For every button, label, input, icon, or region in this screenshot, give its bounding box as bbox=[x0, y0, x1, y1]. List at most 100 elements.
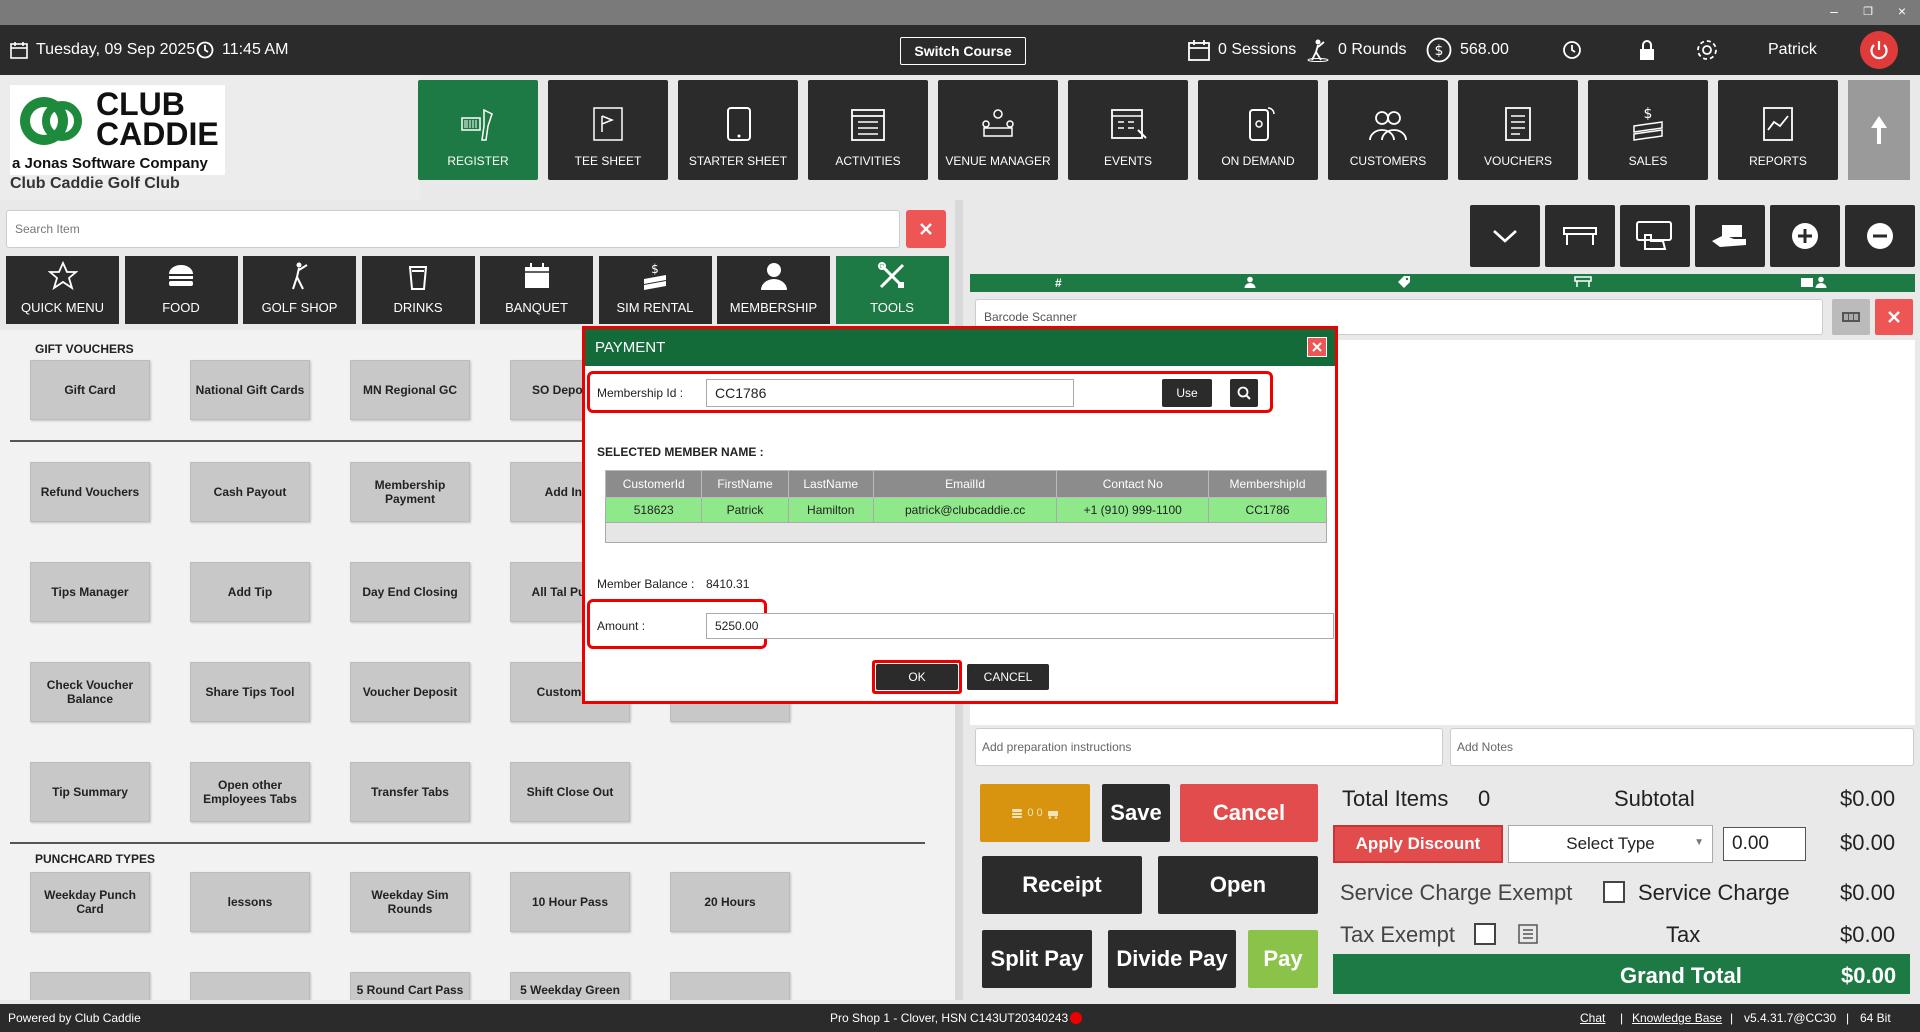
nav-register-button[interactable]: REGISTER bbox=[418, 80, 538, 180]
tile-button[interactable]: Shift Close Out bbox=[510, 762, 630, 822]
punchcard-tile-button[interactable]: Weekday Punch Card bbox=[30, 872, 150, 932]
amount-input[interactable]: 5250.00 bbox=[706, 613, 1334, 639]
category-golf-shop-button[interactable]: GOLF SHOP bbox=[243, 256, 356, 324]
barcode-button[interactable] bbox=[1832, 299, 1870, 335]
membership-id-input[interactable]: CC1786 bbox=[706, 379, 1074, 407]
card-swipe-button[interactable] bbox=[1620, 205, 1690, 267]
nav-reports-button[interactable]: REPORTS bbox=[1718, 80, 1838, 180]
power-logout-button[interactable] bbox=[1860, 31, 1898, 69]
divide-pay-button[interactable]: Divide Pay bbox=[1108, 930, 1236, 988]
punchcard-tile-button[interactable] bbox=[30, 972, 150, 1000]
switch-course-button[interactable]: Switch Course bbox=[900, 37, 1026, 65]
tile-button[interactable]: Transfer Tabs bbox=[350, 762, 470, 822]
search-member-button[interactable] bbox=[1230, 379, 1258, 407]
punchcard-tile-button[interactable]: 5 Round Cart Pass - bbox=[350, 972, 470, 1000]
pay-button[interactable]: Pay bbox=[1248, 930, 1318, 988]
category-sim-rental-button[interactable]: $ SIM RENTAL bbox=[598, 256, 712, 324]
punchcard-tile-button[interactable]: 5 Weekday Green bbox=[510, 972, 630, 1000]
window-title-bar: – ❐ × bbox=[0, 0, 1920, 25]
clear-search-button[interactable] bbox=[906, 210, 946, 248]
nav-activities-button[interactable]: ACTIVITIES bbox=[808, 80, 928, 180]
restore-icon[interactable]: ❐ bbox=[1856, 5, 1880, 18]
history-clock-icon[interactable] bbox=[1562, 25, 1582, 75]
balance-display[interactable]: $ 568.00 bbox=[1426, 25, 1509, 75]
punchcard-tile-button[interactable]: Weekday Sim Rounds bbox=[350, 872, 470, 932]
date-text: Tuesday, 09 Sep 2025 bbox=[36, 41, 196, 58]
discount-type-select[interactable]: Select Type ▼ bbox=[1508, 825, 1713, 863]
tile-button[interactable]: Check Voucher Balance bbox=[30, 662, 150, 722]
nav-starter-sheet-button[interactable]: STARTER SHEET bbox=[678, 80, 798, 180]
discount-value-input[interactable]: 0.00 bbox=[1723, 827, 1806, 861]
tile-button[interactable]: Tip Summary bbox=[30, 762, 150, 822]
ok-button[interactable]: OK bbox=[876, 664, 958, 690]
knowledge-base-link[interactable]: Knowledge Base bbox=[1632, 1011, 1722, 1025]
tax-details-icon[interactable] bbox=[1516, 923, 1540, 950]
service-charge-exempt-checkbox[interactable] bbox=[1603, 881, 1625, 903]
clock-icon bbox=[196, 41, 214, 59]
category-food-button[interactable]: FOOD bbox=[124, 256, 238, 324]
rounds-display[interactable]: 0 Rounds bbox=[1306, 25, 1407, 75]
open-button[interactable]: Open bbox=[1158, 856, 1318, 914]
punchcard-tile-button[interactable] bbox=[190, 972, 310, 1000]
tile-button[interactable]: Refund Vouchers bbox=[30, 462, 150, 522]
use-membership-button[interactable]: Use bbox=[1162, 379, 1212, 407]
cancel-dialog-button[interactable]: CANCEL bbox=[967, 664, 1049, 690]
add-notes-input[interactable]: Add Notes bbox=[1450, 728, 1914, 766]
table-button[interactable] bbox=[1545, 205, 1615, 267]
close-window-icon[interactable]: × bbox=[1890, 3, 1914, 19]
nav-sales-button[interactable]: $ SALES bbox=[1588, 80, 1708, 180]
clear-barcode-button[interactable] bbox=[1875, 299, 1913, 335]
tile-button[interactable]: Cash Payout bbox=[190, 462, 310, 522]
user-name[interactable]: Patrick bbox=[1768, 25, 1817, 75]
category-tools-button[interactable]: TOOLS bbox=[835, 256, 949, 324]
collapse-button[interactable] bbox=[1470, 205, 1540, 267]
preparation-instructions-input[interactable]: Add preparation instructions bbox=[975, 728, 1443, 766]
add-quantity-button[interactable] bbox=[1770, 205, 1840, 267]
nav-on-demand-button[interactable]: ON DEMAND bbox=[1198, 80, 1318, 180]
nav-tee-sheet-button[interactable]: TEE SHEET bbox=[548, 80, 668, 180]
tile-button[interactable]: MN Regional GC bbox=[350, 360, 470, 420]
tile-button[interactable]: Open other Employees Tabs bbox=[190, 762, 310, 822]
subtotal-value: $0.00 bbox=[1840, 786, 1896, 811]
save-button[interactable]: Save bbox=[1102, 784, 1170, 842]
category-membership-button[interactable]: MEMBERSHIP bbox=[717, 256, 830, 324]
split-pay-button[interactable]: Split Pay bbox=[982, 930, 1092, 988]
held-orders-indicator[interactable]: 0 0 bbox=[980, 784, 1090, 842]
tax-exempt-checkbox[interactable] bbox=[1474, 923, 1496, 945]
tile-button[interactable]: Membership Payment bbox=[350, 462, 470, 522]
punchcard-tile-button[interactable]: 20 Hours bbox=[670, 872, 790, 932]
tile-button[interactable]: Share Tips Tool bbox=[190, 662, 310, 722]
cancel-order-button[interactable]: Cancel bbox=[1180, 784, 1318, 842]
table-row[interactable]: 518623 Patrick Hamilton patrick@clubcaddie.… bbox=[604, 497, 1327, 523]
punchcard-tile-button[interactable] bbox=[670, 972, 790, 1000]
punchcard-tile-button[interactable]: lessons bbox=[190, 872, 310, 932]
category-drinks-button[interactable]: DRINKS bbox=[361, 256, 475, 324]
nav-vouchers-button[interactable]: VOUCHERS bbox=[1458, 80, 1578, 180]
tile-button[interactable]: Voucher Deposit bbox=[350, 662, 470, 722]
tile-button[interactable]: Day End Closing bbox=[350, 562, 470, 622]
nav-venue-manager-button[interactable]: VENUE MANAGER bbox=[938, 80, 1058, 180]
tile-button[interactable]: Add Tip bbox=[190, 562, 310, 622]
lock-icon[interactable] bbox=[1638, 25, 1656, 75]
tile-button[interactable]: Gift Card bbox=[30, 360, 150, 420]
category-banquet-button[interactable]: BANQUET bbox=[480, 256, 593, 324]
minimize-icon[interactable]: – bbox=[1822, 3, 1846, 19]
svg-text:$: $ bbox=[1644, 106, 1653, 122]
nav-customers-button[interactable]: CUSTOMERS bbox=[1328, 80, 1448, 180]
close-dialog-button[interactable] bbox=[1307, 337, 1327, 357]
column-header: Contact No bbox=[1056, 470, 1210, 498]
receipt-button[interactable]: Receipt bbox=[982, 856, 1142, 914]
sessions-display[interactable]: 0 Sessions bbox=[1188, 25, 1296, 75]
remove-quantity-button[interactable] bbox=[1845, 205, 1915, 267]
punchcard-tile-button[interactable]: 10 Hour Pass bbox=[510, 872, 630, 932]
nav-events-button[interactable]: EVENTS bbox=[1068, 80, 1188, 180]
chat-link[interactable]: Chat bbox=[1580, 1011, 1605, 1025]
category-quick-menu-button[interactable]: QUICK MENU bbox=[6, 256, 119, 324]
settings-gear-icon[interactable] bbox=[1694, 25, 1720, 75]
tile-button[interactable]: National Gift Cards bbox=[190, 360, 310, 420]
search-item-input[interactable]: Search Item bbox=[6, 210, 900, 248]
tile-button[interactable]: Tips Manager bbox=[30, 562, 150, 622]
scroll-up-button[interactable] bbox=[1848, 80, 1910, 180]
cash-hand-button[interactable] bbox=[1695, 205, 1765, 267]
apply-discount-button[interactable]: Apply Discount bbox=[1333, 825, 1503, 863]
